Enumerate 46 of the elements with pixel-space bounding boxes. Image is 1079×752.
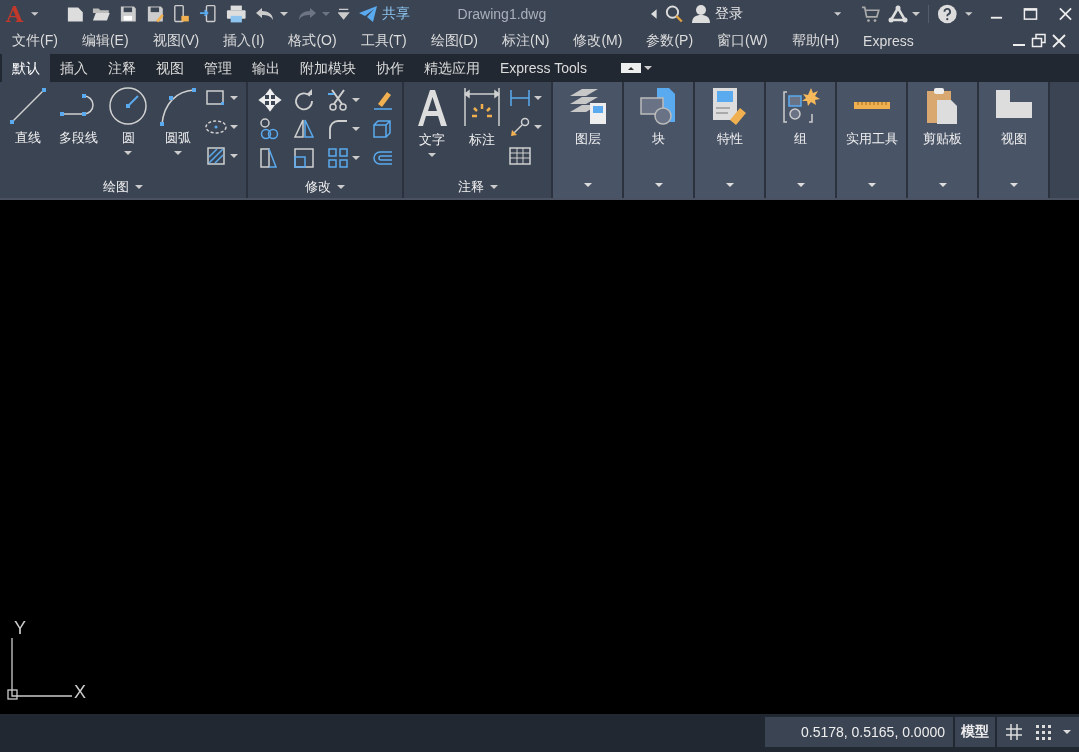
ribbon-tab[interactable]: 视图 <box>146 54 194 82</box>
panel-title-button[interactable]: 注释 <box>404 176 551 198</box>
collapsed-panel-button[interactable]: 图层 <box>553 82 622 198</box>
menu-item[interactable]: 文件(F) <box>12 32 58 50</box>
tool-button[interactable]: 标注 <box>458 86 506 168</box>
coordinates-display: 0.5178, 0.5165, 0.0000 <box>764 717 953 747</box>
ribbon-tab[interactable]: 插入 <box>50 54 98 82</box>
collapsed-panel-button[interactable]: 特性 <box>695 82 764 198</box>
collapsed-panel-button[interactable]: 组 <box>766 82 835 198</box>
tool-button[interactable]: 多段线 <box>54 86 102 168</box>
menu-item[interactable]: 插入(I) <box>223 32 265 50</box>
model-space-button[interactable]: 模型 <box>955 717 995 747</box>
menu-item[interactable]: Express <box>863 33 914 49</box>
collapsed-panel-button[interactable]: 剪贴板 <box>908 82 977 198</box>
ribbon-tab[interactable]: 默认 <box>2 54 50 82</box>
panel-title-button[interactable]: 修改 <box>248 176 402 198</box>
menu-item[interactable]: 修改(M) <box>573 32 623 50</box>
menu-item[interactable]: 帮助(H) <box>791 32 840 50</box>
tool-button[interactable]: 直线 <box>4 86 52 168</box>
menu-item[interactable]: 格式(O) <box>288 32 337 50</box>
ribbon-tab[interactable]: 输出 <box>242 54 290 82</box>
menu-item[interactable]: 编辑(E) <box>81 32 129 50</box>
sign-in-button[interactable]: 登录 <box>715 5 744 23</box>
ribbon-tab[interactable]: 附加模块 <box>290 54 366 82</box>
menu-item[interactable]: 参数(P) <box>646 32 694 50</box>
menu-item[interactable]: 工具(T) <box>360 32 407 50</box>
tool-button[interactable]: 圆 <box>104 86 152 168</box>
collapsed-panel-button[interactable]: 视图 <box>979 82 1048 198</box>
ribbon-tab[interactable]: Express Tools <box>490 54 597 82</box>
menu-item[interactable]: 窗口(W) <box>717 32 768 50</box>
ribbon-tab[interactable]: 注释 <box>98 54 146 82</box>
collapsed-panel-button[interactable]: 实用工具 <box>837 82 906 198</box>
panel-title-button[interactable]: 绘图 <box>0 176 246 198</box>
ribbon-tab[interactable]: 协作 <box>366 54 414 82</box>
menu-item[interactable]: 标注(N) <box>502 32 550 50</box>
collapsed-panel-button[interactable]: 块 <box>624 82 693 198</box>
y-axis-label: Y <box>14 618 26 638</box>
menu-item[interactable]: 视图(V) <box>152 32 200 50</box>
share-button[interactable]: 共享 <box>381 5 410 23</box>
x-axis-label: X <box>74 682 86 702</box>
tool-button[interactable]: 文字 <box>408 86 456 168</box>
document-title: Drawing1.dwg <box>457 6 548 22</box>
ribbon-tab[interactable]: 精选应用 <box>414 54 490 82</box>
tool-button[interactable]: 圆弧 <box>154 86 202 168</box>
ribbon-tab[interactable]: 管理 <box>194 54 242 82</box>
menu-item[interactable]: 绘图(D) <box>430 32 478 50</box>
